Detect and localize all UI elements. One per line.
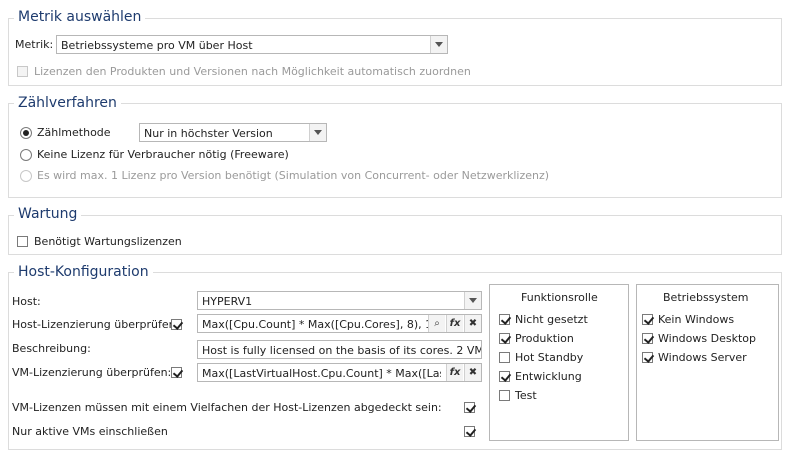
description-field[interactable]: Host is fully licensed on the basis of i… xyxy=(197,340,482,359)
host-formula-field[interactable]: Max([Cpu.Count] * Max([Cpu.Cores], 8), 1… xyxy=(197,314,482,333)
function-icon[interactable]: fx xyxy=(446,315,463,332)
chevron-down-icon[interactable] xyxy=(309,124,326,141)
description-label: Beschreibung: xyxy=(12,342,91,355)
search-icon[interactable]: ⌕ xyxy=(428,315,445,332)
vm-formula-value: Max([LastVirtualHost.Cpu.Count] * Max([L… xyxy=(202,367,441,380)
os-title: Betriebssystem xyxy=(663,291,749,304)
os-item-label: Kein Windows xyxy=(658,313,735,326)
chevron-down-icon[interactable] xyxy=(464,292,481,309)
host-check-checkbox[interactable] xyxy=(171,319,184,330)
auto-assign-label: Lizenzen den Produkten und Versionen nac… xyxy=(34,65,471,78)
metric-select-value: Betriebssysteme pro VM über Host xyxy=(61,39,253,52)
function-role-item-label: Produktion xyxy=(515,332,574,345)
host-label: Host: xyxy=(12,295,41,308)
method-radio[interactable] xyxy=(20,127,32,139)
os-item-checkbox[interactable] xyxy=(642,314,655,325)
function-role-item-label: Hot Standby xyxy=(515,351,584,364)
metric-label: Metrik: xyxy=(15,38,54,51)
clear-icon[interactable]: ✖ xyxy=(464,315,481,332)
function-role-item-checkbox[interactable] xyxy=(499,352,510,363)
description-value: Host is fully licensed on the basis of i… xyxy=(202,344,481,357)
host-check-label: Host-Lizenzierung überprüfen: xyxy=(12,318,180,331)
function-role-item-label: Entwicklung xyxy=(515,370,582,383)
host-group-title: Host-Konfiguration xyxy=(14,264,153,280)
maintenance-checkbox[interactable] xyxy=(17,236,28,247)
max-one-radio[interactable] xyxy=(20,170,32,182)
function-role-item-label: Test xyxy=(515,389,537,402)
method-select-value: Nur in höchster Version xyxy=(144,127,273,140)
max-one-label: Es wird max. 1 Lizenz pro Version benöti… xyxy=(37,169,550,182)
multiple-checkbox[interactable] xyxy=(464,402,477,413)
host-formula-value: Max([Cpu.Count] * Max([Cpu.Cores], 8), 1… xyxy=(202,318,444,331)
no-license-label: Keine Lizenz für Verbraucher nötig (Free… xyxy=(37,148,289,161)
clear-icon[interactable]: ✖ xyxy=(464,364,481,381)
function-role-item-checkbox[interactable] xyxy=(499,314,512,325)
function-role-item-checkbox[interactable] xyxy=(499,390,510,401)
os-item-checkbox[interactable] xyxy=(642,352,655,363)
counting-group-title: Zählverfahren xyxy=(14,95,121,111)
auto-assign-checkbox[interactable] xyxy=(17,66,28,77)
host-select[interactable]: HYPERV1 xyxy=(197,291,482,310)
vm-check-label: VM-Lizenzierung überprüfen: xyxy=(12,366,172,379)
function-role-item-checkbox[interactable] xyxy=(499,333,512,344)
chevron-down-icon[interactable] xyxy=(430,36,447,53)
active-only-label: Nur aktive VMs einschließen xyxy=(12,425,168,438)
method-select[interactable]: Nur in höchster Version xyxy=(139,123,327,142)
function-role-title: Funktionsrolle xyxy=(521,291,598,304)
vm-formula-field[interactable]: Max([LastVirtualHost.Cpu.Count] * Max([L… xyxy=(197,363,482,382)
no-license-radio[interactable] xyxy=(20,149,32,161)
os-item-label: Windows Server xyxy=(658,351,747,364)
os-item-checkbox[interactable] xyxy=(642,333,655,344)
maintenance-label: Benötigt Wartungslizenzen xyxy=(34,235,182,248)
function-role-item-label: Nicht gesetzt xyxy=(515,313,588,326)
function-icon[interactable]: fx xyxy=(446,364,463,381)
metric-select[interactable]: Betriebssysteme pro VM über Host xyxy=(56,35,448,54)
maintenance-group-title: Wartung xyxy=(14,206,82,222)
host-select-value: HYPERV1 xyxy=(202,295,253,308)
function-role-item-checkbox[interactable] xyxy=(499,371,512,382)
os-item-label: Windows Desktop xyxy=(658,332,756,345)
vm-check-checkbox[interactable] xyxy=(171,367,184,378)
metric-group-title: Metrik auswählen xyxy=(14,9,146,25)
multiple-label: VM-Lizenzen müssen mit einem Vielfachen … xyxy=(12,401,442,414)
active-only-checkbox[interactable] xyxy=(464,426,477,437)
method-label: Zählmethode xyxy=(37,126,111,139)
